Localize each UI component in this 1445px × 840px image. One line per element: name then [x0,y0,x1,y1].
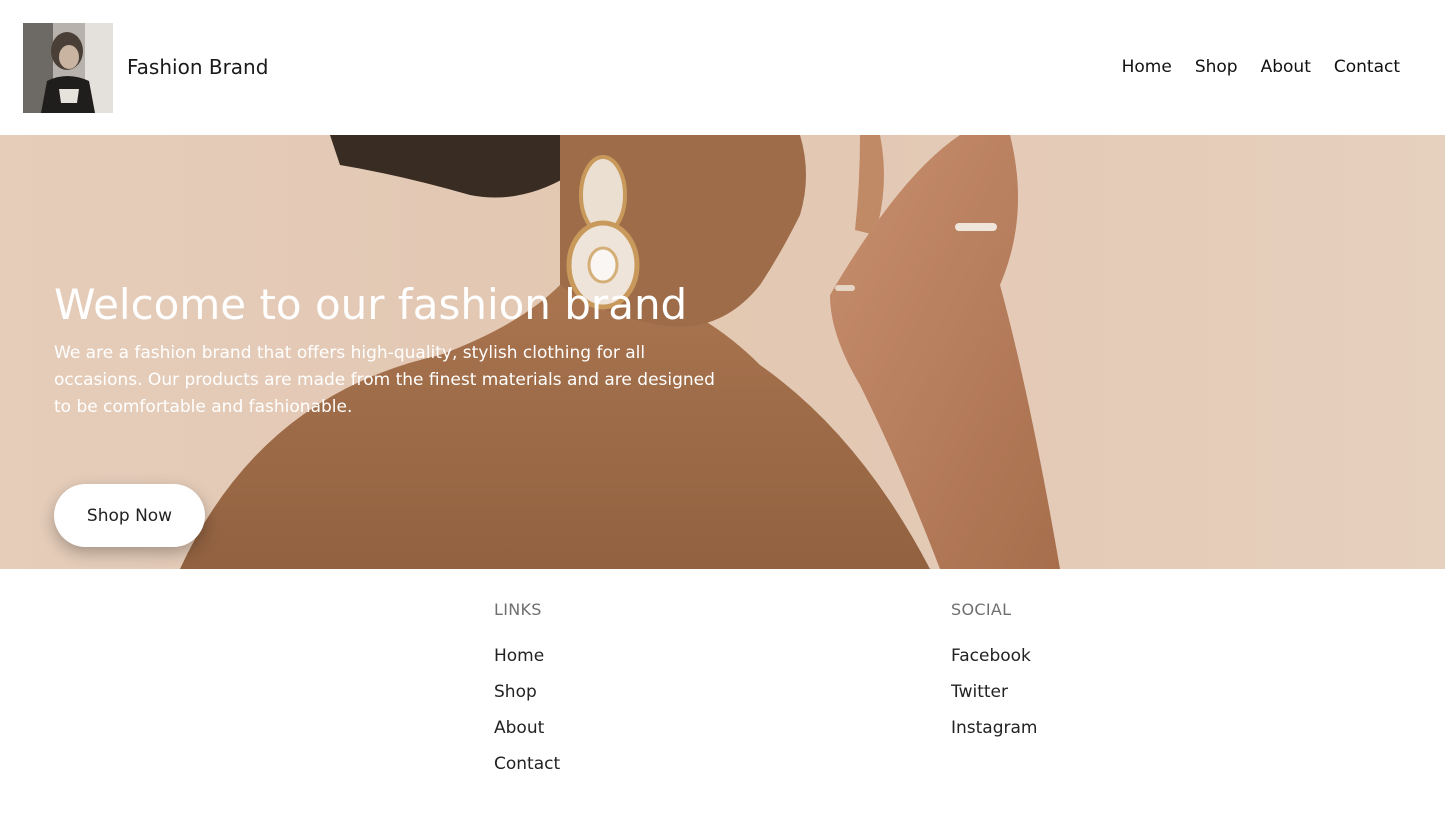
main-nav: Home Shop About Contact [1099,56,1400,78]
brand-logo-image[interactable] [23,23,113,113]
footer-social-instagram[interactable]: Instagram [951,717,1038,739]
footer-social-column: SOCIAL Facebook Twitter Instagram [951,599,1038,753]
footer-link-home[interactable]: Home [494,645,560,667]
hero-description: We are a fashion brand that offers high-… [54,343,715,417]
footer-social-facebook[interactable]: Facebook [951,645,1038,667]
hero-section: Welcome to our fashion brand We are a fa… [0,135,1445,569]
footer-links-column: LINKS Home Shop About Contact [494,599,560,789]
footer-link-about[interactable]: About [494,717,560,739]
nav-contact-link[interactable]: Contact [1334,56,1400,78]
site-footer: LINKS Home Shop About Contact SOCIAL Fac… [0,569,1445,840]
shop-now-button[interactable]: Shop Now [54,484,205,547]
footer-social-twitter[interactable]: Twitter [951,681,1038,703]
nav-about-link[interactable]: About [1261,56,1311,78]
footer-links-list: Home Shop About Contact [494,645,560,775]
brand-name[interactable]: Fashion Brand [127,54,268,80]
footer-link-shop[interactable]: Shop [494,681,560,703]
site-header: Fashion Brand Home Shop About Contact [0,0,1445,135]
footer-links-heading: LINKS [494,600,542,619]
logo-photo-icon [23,23,113,113]
nav-shop-link[interactable]: Shop [1195,56,1238,78]
footer-social-heading: SOCIAL [951,600,1012,619]
footer-social-list: Facebook Twitter Instagram [951,645,1038,739]
hero-title: Welcome to our fashion brand [54,280,688,329]
nav-home-link[interactable]: Home [1122,56,1172,78]
footer-link-contact[interactable]: Contact [494,753,560,775]
